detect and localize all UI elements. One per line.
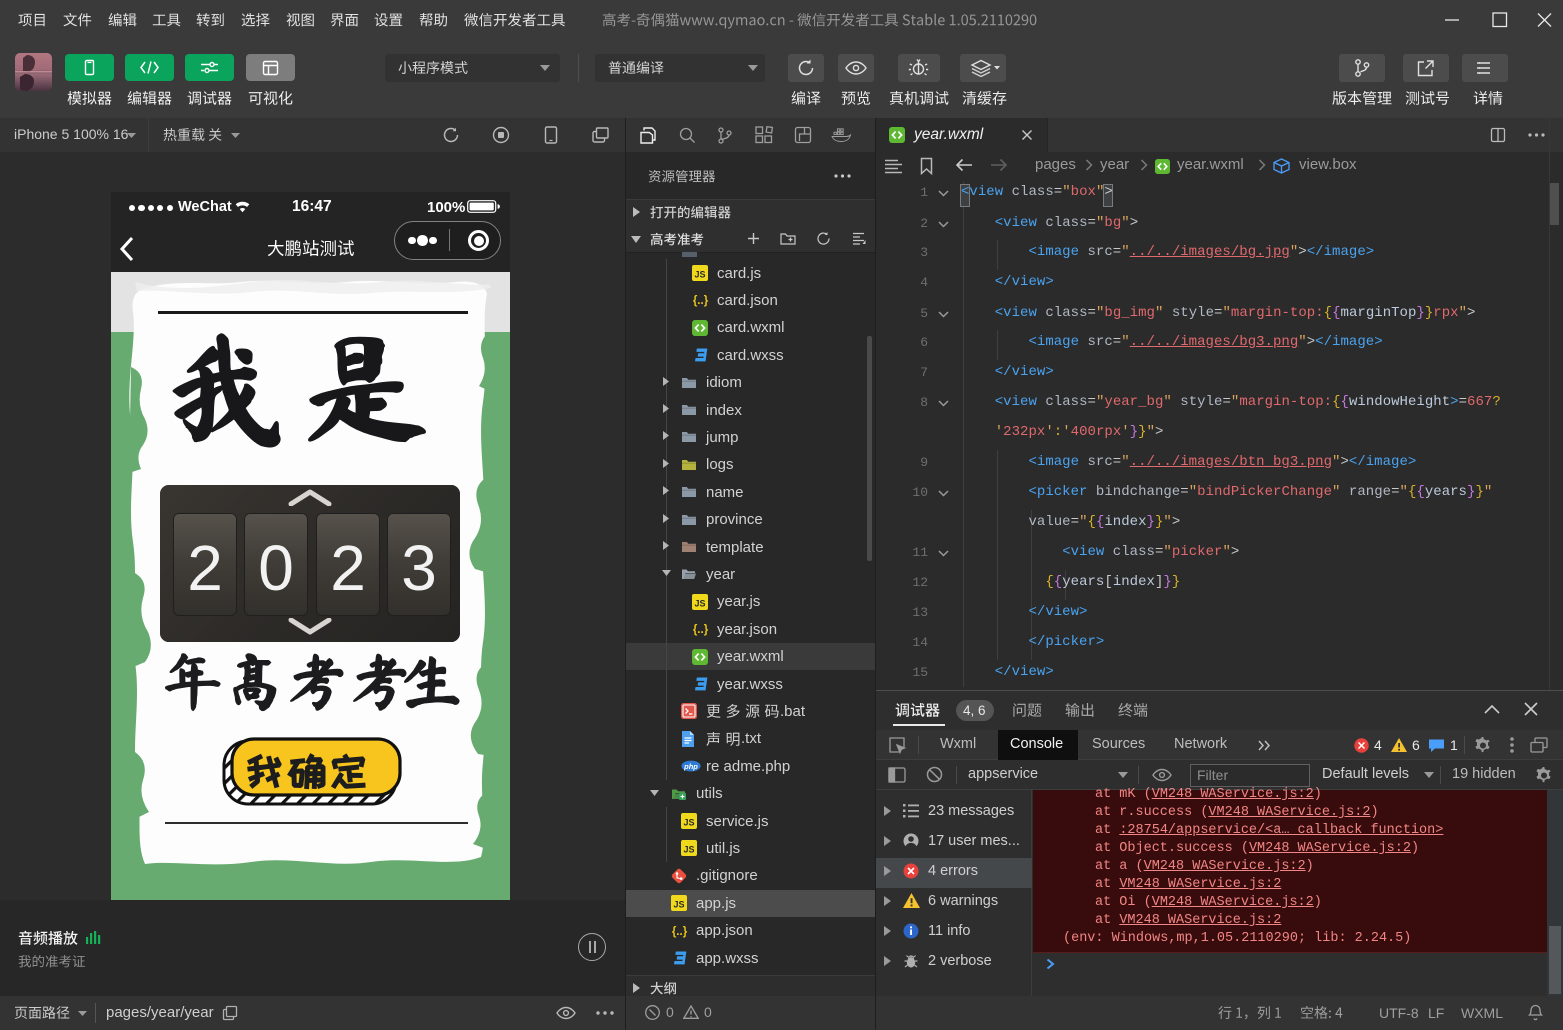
svg-text:JS: JS: [694, 270, 705, 280]
svg-text:{..}: {..}: [693, 295, 709, 307]
svg-text:JS: JS: [673, 900, 684, 910]
svg-text:JS: JS: [683, 818, 694, 828]
svg-text:JS: JS: [683, 845, 694, 855]
svg-text:{..}: {..}: [693, 624, 709, 636]
svg-text:{..}: {..}: [672, 926, 688, 938]
svg-text:JS: JS: [694, 598, 705, 608]
svg-text:php: php: [683, 762, 698, 771]
